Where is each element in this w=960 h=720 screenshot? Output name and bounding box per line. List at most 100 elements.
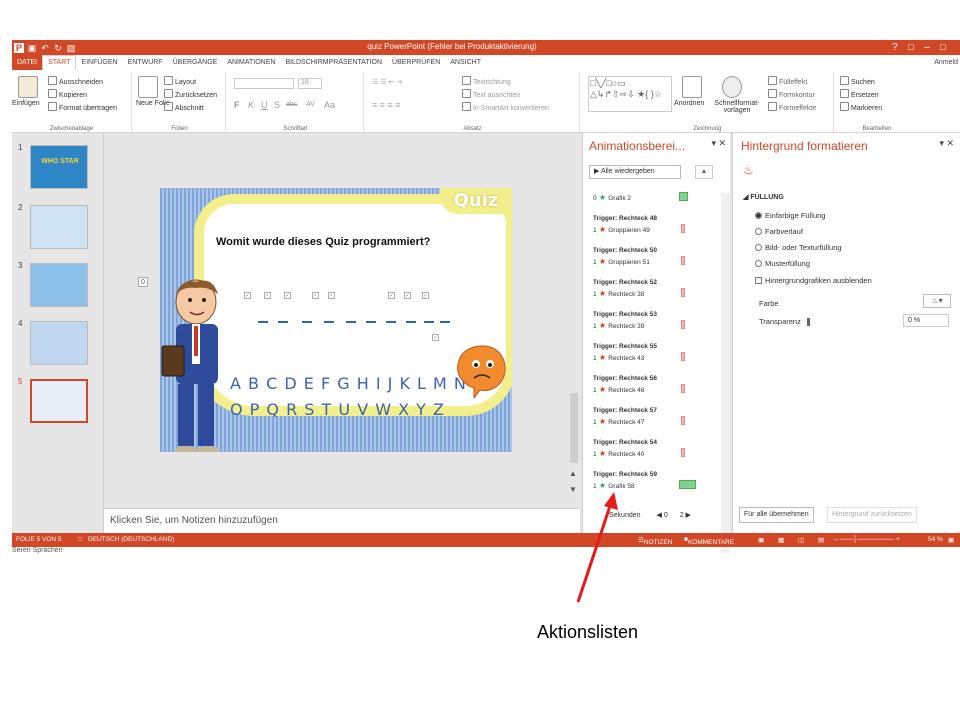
timeline-bar[interactable] (679, 192, 688, 201)
fit-to-window-icon[interactable]: ▣ (948, 536, 954, 544)
timeline-right-arrow-icon[interactable]: ▶ (686, 512, 691, 519)
shadow-button[interactable]: S (274, 100, 280, 110)
reset-background-button[interactable]: Hintergrund zurücksetzen (827, 507, 917, 523)
align-icons[interactable]: ≡ ≡ ≡ ≡ (372, 100, 401, 110)
trigger-label[interactable]: Trigger: Rechteck 56 (593, 375, 703, 382)
change-case-button[interactable]: Aa (324, 100, 335, 110)
color-picker-button[interactable]: ♨▾ (923, 294, 951, 308)
tab-animations[interactable]: ANIMATIONEN (222, 55, 280, 70)
paste-button[interactable]: Einfügen (12, 100, 40, 107)
trigger-label[interactable]: Trigger: Rechteck 53 (593, 311, 703, 318)
answer-slot[interactable]: ✓ (284, 292, 291, 299)
font-size-box[interactable]: 18 (298, 78, 322, 89)
slide-thumbnail-1[interactable]: WHO STAR (30, 145, 88, 189)
scrollbar-thumb[interactable] (570, 393, 578, 463)
transparency-slider[interactable] (807, 318, 810, 326)
answer-slot[interactable]: ✓ (432, 334, 439, 341)
copy-button[interactable]: Kopieren (48, 89, 87, 99)
new-slide-icon[interactable] (138, 76, 158, 98)
play-all-button[interactable]: ▶ Alle wiedergeben (589, 165, 681, 179)
answer-slot[interactable]: ✓ (312, 292, 319, 299)
animation-item[interactable]: 1 ★ Rechteck 40 (593, 449, 703, 458)
shapes-gallery[interactable]: □╲╱□○▭ △↳↱⇧⇨⇩ ★{ }☆ (588, 76, 672, 112)
notes-placeholder[interactable]: Klicken Sie, um Notizen hinzuzufügen (104, 508, 580, 533)
animation-item[interactable]: 1 ★ Gruppieren 51 (593, 257, 703, 266)
answer-slot[interactable]: ✓ (264, 292, 271, 299)
trigger-label[interactable]: Trigger: Rechteck 54 (593, 439, 703, 446)
shape-fill-button[interactable]: Fülleffekt (768, 76, 807, 86)
option-picture-fill[interactable]: Bild- oder Texturfüllung (755, 243, 842, 252)
bold-button[interactable]: F (234, 100, 240, 110)
option-gradient-fill[interactable]: Farbverlauf (755, 227, 803, 236)
letters-row-2[interactable]: O P Q R S T U V W X Y Z (230, 400, 445, 419)
option-solid-fill[interactable]: Einfarbige Füllung (755, 211, 825, 220)
spellcheck-icon[interactable]: □ (78, 536, 82, 543)
tab-view[interactable]: ANSICHT (445, 55, 486, 70)
tab-design[interactable]: ENTWURF (123, 55, 168, 70)
timeline-bar[interactable] (681, 288, 685, 297)
strikethrough-button[interactable]: abc (286, 101, 297, 108)
quick-styles-icon[interactable] (722, 76, 742, 98)
arrange-icon[interactable] (682, 76, 702, 98)
transparency-value-field[interactable]: 0 % (903, 314, 949, 327)
underline-button[interactable]: U (261, 100, 268, 110)
tab-transitions[interactable]: ÜBERGÄNGE (168, 55, 223, 70)
timeline-bar[interactable] (681, 416, 685, 425)
timeline-bar[interactable] (681, 352, 685, 361)
answer-slot[interactable]: ✓ (328, 292, 335, 299)
slide-thumbnail-3[interactable] (30, 263, 88, 307)
layout-button[interactable]: Layout (164, 76, 196, 86)
animation-item[interactable]: 1 ★ Gruppieren 49 (593, 225, 703, 234)
shape-outline-button[interactable]: Formkontur (768, 89, 815, 99)
maximize-button[interactable]: □ (940, 40, 946, 55)
char-spacing-button[interactable]: AV (306, 101, 315, 108)
shape-effects-button[interactable]: Formeffekte (768, 102, 816, 112)
answer-slot[interactable]: ✓ (404, 292, 411, 299)
comments-toggle[interactable]: ■ KOMMENTARE (684, 536, 734, 546)
animation-item[interactable]: 1 ★ Rechteck 38 (593, 289, 703, 298)
fill-section-header[interactable]: ◢ FÜLLUNG (743, 193, 784, 201)
select-button[interactable]: Markieren (840, 102, 882, 112)
ribbon-display-options-button[interactable]: □ (908, 40, 914, 55)
minimize-button[interactable]: – (924, 40, 930, 55)
bullets-icon[interactable]: ☰ ☰ ⇤ ⇥ (372, 78, 402, 86)
font-name-box[interactable] (234, 78, 294, 89)
timeline-bar[interactable] (681, 320, 685, 329)
tab-review[interactable]: ÜBERPRÜFEN (387, 55, 445, 70)
prev-slide-arrow-icon[interactable]: ▲ (569, 469, 577, 478)
timeline-bar[interactable] (681, 224, 685, 233)
answer-slot[interactable]: ✓ (388, 292, 395, 299)
trigger-label[interactable]: Trigger: Rechteck 52 (593, 279, 703, 286)
trigger-label[interactable]: Trigger: Rechteck 50 (593, 247, 703, 254)
move-up-button[interactable]: ▲ (695, 165, 713, 179)
timeline-bar[interactable] (681, 384, 685, 393)
animation-list-scrollbar[interactable] (721, 193, 730, 553)
format-pane-controls[interactable]: ▾ ✕ (939, 138, 954, 149)
answer-slot[interactable]: ✓ (422, 292, 429, 299)
zoom-slider[interactable]: – ───│──────── + (834, 536, 900, 543)
trigger-label[interactable]: Trigger: Rechteck 55 (593, 343, 703, 350)
text-direction-button[interactable]: Textrichtung (462, 76, 511, 86)
current-slide[interactable]: Quiz Womit wurde dieses Quiz programmier… (160, 188, 512, 452)
reading-view-icon[interactable]: ◫ (798, 536, 804, 544)
trigger-label[interactable]: Trigger: Rechteck 57 (593, 407, 703, 414)
animation-item[interactable]: 1 ★ Rechteck 47 (593, 417, 703, 426)
paste-icon[interactable] (18, 76, 38, 98)
slide-thumbnail-5[interactable] (30, 379, 88, 423)
slide-thumbnail-2[interactable] (30, 205, 88, 249)
tab-insert[interactable]: EINFÜGEN (76, 55, 122, 70)
slide-thumbnail-4[interactable] (30, 321, 88, 365)
zoom-level[interactable]: 54 % (928, 536, 943, 543)
notes-toggle[interactable]: ☰ NOTIZEN (638, 536, 672, 546)
tab-file[interactable]: DATEI (12, 55, 43, 70)
trigger-label[interactable]: Trigger: Rechteck 59 (593, 471, 703, 478)
answer-slot[interactable]: ✓ (244, 292, 251, 299)
help-button[interactable]: ? (892, 40, 898, 55)
slide-scrollbar[interactable]: ▲ ▼ (568, 133, 580, 508)
animation-pane-controls[interactable]: ▾ ✕ (711, 138, 726, 149)
animation-item[interactable]: 1 ★ Rechteck 43 (593, 353, 703, 362)
tab-start[interactable]: START (42, 55, 77, 70)
animation-item[interactable]: 1 ★ Rechteck 39 (593, 321, 703, 330)
smartart-button[interactable]: In SmartArt konvertieren (462, 102, 549, 112)
reset-button[interactable]: Zurücksetzen (164, 89, 217, 99)
